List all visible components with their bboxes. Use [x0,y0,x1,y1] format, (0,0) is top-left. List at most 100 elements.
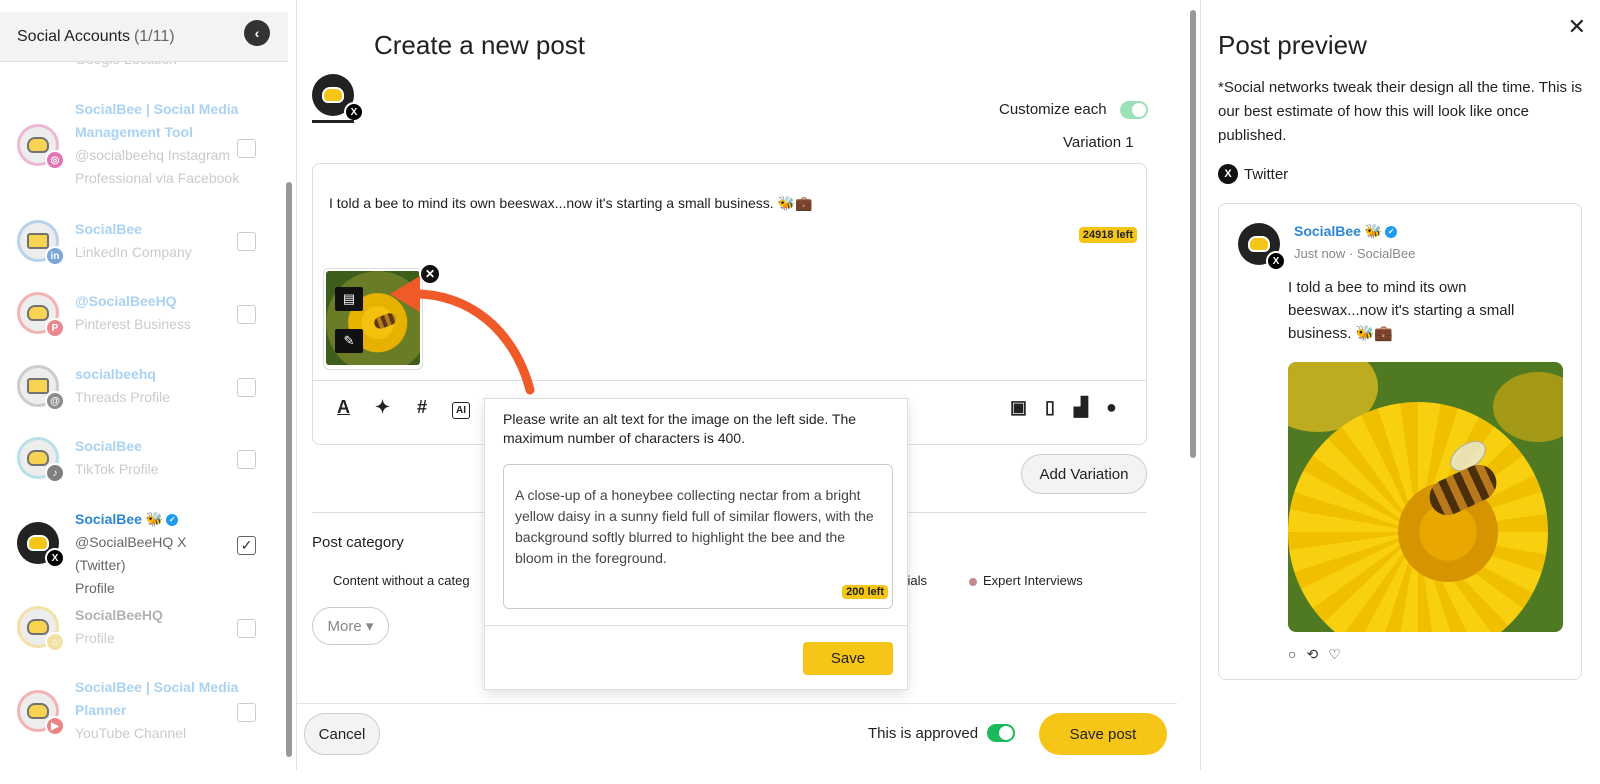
more-categories-button[interactable]: More ▾ [312,607,389,645]
footer-divider [297,703,1177,704]
avatar: X [1238,223,1286,271]
accounts-count: (1/11) [133,27,175,45]
account-name: SocialBee | Social Media Planner [75,679,239,718]
account-checkbox[interactable] [237,139,256,158]
alt-text-button[interactable]: ▤ [335,287,363,311]
account-checkbox[interactable] [237,703,256,722]
collapse-panel-button[interactable]: ‹ [244,20,270,46]
edit-image-button[interactable]: ✎ [335,329,363,353]
account-checkbox[interactable] [237,378,256,397]
pinterest-icon: P [45,318,65,338]
tiktok-icon: ♪ [45,463,65,483]
stock-icon[interactable]: ▟ [1074,397,1088,418]
checkmark-icon: ✓ [240,537,253,553]
page-title: Create a new post [374,30,586,60]
accounts-scrollbar[interactable] [286,182,292,757]
preview-network: X Twitter [1218,164,1288,184]
center-scrollbar[interactable] [1190,10,1196,458]
account-sub: @socialbeehq Instagram Professional via F… [75,147,240,186]
alt-text-save-button[interactable]: Save [803,642,893,675]
alt-text-input[interactable]: A close-up of a honeybee collecting nect… [503,464,893,609]
account-name: socialbeehq [75,366,156,382]
chevron-left-icon: ‹ [254,25,260,41]
customize-each-label: Customize each [999,101,1107,118]
youtube-icon: ▶ [45,716,65,736]
category-option[interactable]: Content without a categ [333,573,470,588]
selected-account-avatar[interactable]: X [312,74,364,122]
account-checkbox[interactable] [237,305,256,324]
instagram-icon: ◎ [45,150,65,170]
cancel-button[interactable]: Cancel [304,713,380,755]
category-option-expert-interviews[interactable]: Expert Interviews [969,573,1083,588]
account-sub: YouTube Channel [75,725,187,741]
x-logo-icon: X [344,102,364,122]
verified-badge-icon: ✓ [166,514,179,527]
caret-down-icon: ▾ [365,618,374,635]
tweet-text: I told a bee to mind its own beeswax...n… [1288,279,1515,342]
network-label: Twitter [1244,165,1289,183]
account-sub: @SocialBeeHQ X (Twitter) Profile [75,534,187,596]
account-checkbox[interactable] [237,450,256,469]
category-dot [969,577,977,586]
ai-icon[interactable]: AI [452,402,470,419]
account-sub: Profile [75,630,115,646]
x-logo-icon: X [1218,164,1238,184]
canva-icon[interactable]: ● [1106,397,1117,418]
close-icon[interactable]: ✕ [1568,14,1586,40]
verified-badge-icon: ✓ [1385,226,1398,239]
post-category-label: Post category [312,534,404,551]
preview-title: Post preview [1218,30,1367,60]
variation-label: Variation 1 [1063,134,1134,151]
document-icon[interactable]: ▯ [1045,397,1055,418]
x-logo-icon: X [45,548,65,568]
image-icon[interactable]: ▣ [1010,397,1027,418]
app-window: Social Accounts (1/11) ‹ Google Location… [0,0,1600,784]
save-post-button[interactable]: Save post [1039,713,1167,755]
approved-label: This is approved [868,725,979,742]
text-format-icon[interactable]: A [337,397,350,418]
popup-divider [485,625,907,626]
tweet-actions: ○ ⟲ ♡ [1288,646,1341,663]
account-sub: LinkedIn Company [75,244,192,260]
linkedin-icon: in [45,246,65,266]
account-sub: Threads Profile [75,389,170,405]
x-logo-icon: X [1266,251,1286,271]
alt-text-icon: ▤ [342,291,356,306]
tweet-image [1288,362,1563,632]
account-sub: Pinterest Business [75,316,191,332]
account-checkbox-checked[interactable]: ✓ [237,536,256,555]
business-icon: ⌂ [45,632,65,652]
account-name: SocialBee 🐝 ✓ [75,508,240,531]
alt-text-popup: Please write an alt text for the image o… [484,398,908,690]
chars-left-badge: 24918 left [1078,227,1137,243]
tweet-author: SocialBee 🐝 ✓ [1294,223,1398,240]
account-name: SocialBeeHQ [75,607,163,623]
account-checkbox[interactable] [237,619,256,638]
alt-chars-left-badge: 200 left [842,585,888,599]
account-sub: TikTok Profile [75,461,159,477]
customize-each-toggle[interactable] [1120,101,1148,119]
alt-text-value: A close-up of a honeybee collecting nect… [515,487,874,566]
social-accounts-panel: Social Accounts (1/11) ‹ Google Location… [0,0,300,770]
annotation-arrow [390,276,535,395]
post-text-input[interactable]: I told a bee to mind its own beeswax...n… [329,195,812,212]
accounts-title: Social Accounts [17,27,130,45]
accounts-header: Social Accounts (1/11) ‹ [0,12,288,62]
reply-icon[interactable]: ○ [1288,646,1296,663]
account-name: SocialBee | Social Media Management Tool [75,101,239,140]
like-icon[interactable]: ♡ [1328,646,1341,663]
alt-text-instruction: Please write an alt text for the image o… [503,411,857,446]
add-variation-button[interactable]: Add Variation [1021,454,1147,494]
account-sub: Google Location [75,62,240,71]
retweet-icon[interactable]: ⟲ [1306,646,1318,663]
preview-note: *Social networks tweak their design all … [1218,79,1583,144]
account-checkbox[interactable] [237,232,256,251]
account-name: SocialBee [75,221,142,237]
tweet-preview-card: X SocialBee 🐝 ✓ Just now · SocialBee I to… [1218,203,1582,680]
account-name: SocialBee [75,438,142,454]
accounts-list: Google Location ◎ SocialBee | Social Med… [0,62,288,770]
approved-toggle[interactable] [987,724,1015,742]
active-account-indicator [312,120,354,123]
threads-icon: @ [45,391,65,411]
pencil-icon: ✎ [343,333,355,348]
